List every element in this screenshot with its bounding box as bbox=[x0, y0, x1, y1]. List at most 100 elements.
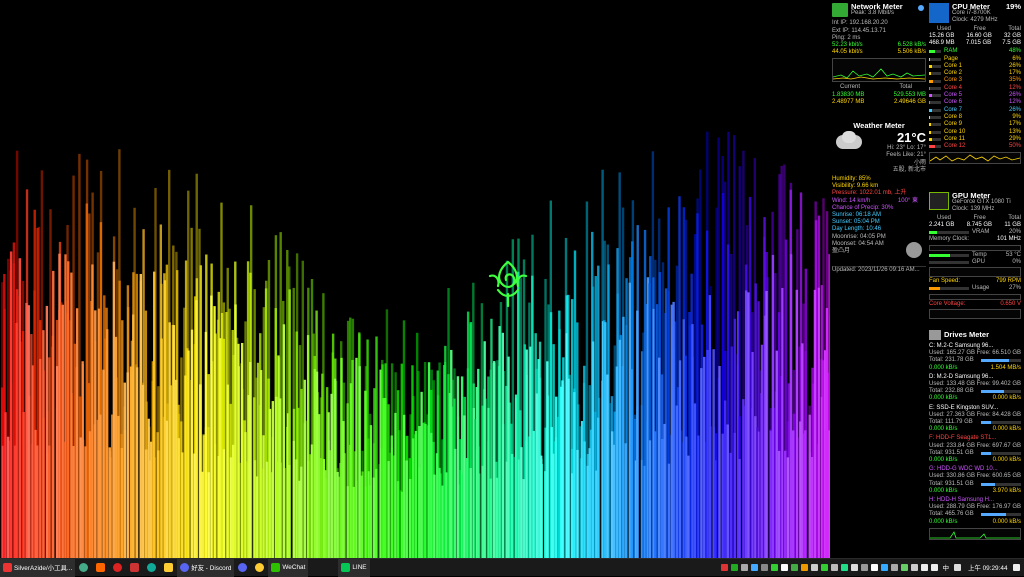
discord-extra-icon[interactable] bbox=[238, 563, 248, 572]
weather-updated: Updated: 2023/11/26 09:16 AM... bbox=[832, 265, 926, 274]
wallpaper-bar bbox=[544, 471, 547, 558]
tray-icon-12[interactable] bbox=[831, 564, 839, 571]
cpu-row-percent: 17% bbox=[1008, 121, 1021, 128]
wallpaper-bar bbox=[718, 365, 721, 558]
network-current-label: Current bbox=[840, 84, 861, 91]
wallpaper-bar bbox=[132, 314, 135, 558]
tray-icon-6[interactable] bbox=[771, 564, 779, 571]
cpu-h-free: Free bbox=[973, 25, 986, 32]
drive-write: 0.000 kB/s bbox=[992, 457, 1021, 464]
volume-icon[interactable] bbox=[931, 564, 939, 571]
wallpaper-bar bbox=[4, 412, 7, 558]
tray-icon-11[interactable] bbox=[821, 564, 829, 571]
tray-icon-4[interactable] bbox=[751, 564, 759, 571]
network-tot-up: 529.553 MB bbox=[893, 91, 926, 98]
drive-write: 0.000 kB/s bbox=[992, 395, 1021, 402]
wallpaper-bar bbox=[165, 420, 169, 558]
taskbar: SilverAzide/小工具... 好友 - Discord WeChat L… bbox=[0, 558, 1024, 577]
wallpaper-bar bbox=[364, 390, 367, 558]
tray-icon-15[interactable] bbox=[861, 564, 869, 571]
tray-icon-3[interactable] bbox=[741, 564, 749, 571]
wallpaper-bar bbox=[213, 306, 216, 558]
wallpaper-bar bbox=[129, 366, 133, 558]
vivaldi-icon[interactable] bbox=[130, 563, 140, 572]
wallpaper-bar bbox=[55, 366, 59, 558]
drive-item: F: HDD-F Seagate ST1... Used: 233.84 GB Fr… bbox=[929, 435, 1021, 464]
tray-icon-18[interactable] bbox=[891, 564, 899, 571]
opera-icon[interactable] bbox=[113, 563, 123, 572]
tray-icon-19[interactable] bbox=[901, 564, 909, 571]
wallpaper-bar bbox=[825, 308, 829, 558]
wallpaper-bar bbox=[172, 325, 176, 558]
wallpaper-bar bbox=[606, 374, 609, 558]
ime-mode-icon[interactable] bbox=[953, 564, 961, 571]
chrome-icon[interactable] bbox=[79, 563, 89, 572]
wallpaper-bar bbox=[75, 308, 79, 558]
edge-icon[interactable] bbox=[147, 563, 157, 572]
wallpaper-bar bbox=[244, 432, 247, 558]
wallpaper-bar bbox=[591, 341, 595, 558]
globe-icon[interactable] bbox=[918, 5, 924, 11]
cpu-row-percent: 17% bbox=[1008, 70, 1021, 77]
gpu-model: GeForce GTX 1080 Ti bbox=[952, 199, 1011, 206]
wallpaper-bar bbox=[333, 378, 337, 558]
cpu-graph bbox=[929, 152, 1021, 165]
tray-icon-17[interactable] bbox=[881, 564, 889, 571]
wallpaper-bar bbox=[315, 371, 319, 558]
taskbar-app-discord[interactable]: 好友 - Discord bbox=[177, 558, 235, 577]
tray-icon-14[interactable] bbox=[851, 564, 859, 571]
brave-icon[interactable] bbox=[96, 563, 106, 572]
razer-logo-icon bbox=[488, 260, 528, 308]
tray-icon-10[interactable] bbox=[811, 564, 819, 571]
wallpaper-bar bbox=[576, 449, 579, 558]
taskbar-app-gadgets[interactable]: SilverAzide/小工具... bbox=[0, 558, 76, 577]
wallpaper-bar bbox=[520, 447, 523, 558]
tray-icon-20[interactable] bbox=[911, 564, 919, 571]
wallpaper-bar bbox=[420, 391, 423, 558]
cpu-row-name: Core 9 bbox=[944, 121, 963, 128]
wallpaper-bar bbox=[414, 430, 418, 558]
tray-icon-1[interactable] bbox=[721, 564, 729, 571]
file-explorer-icon[interactable] bbox=[164, 563, 174, 572]
tray-icon-8[interactable] bbox=[791, 564, 799, 571]
tray-icon-16[interactable] bbox=[871, 564, 879, 571]
network-tray-icon[interactable] bbox=[921, 564, 929, 571]
wallpaper-bar bbox=[540, 455, 543, 558]
wallpaper-bar bbox=[36, 445, 39, 558]
taskbar-app-line[interactable]: LINE bbox=[338, 558, 370, 577]
network-ping: Ping: 2 ms bbox=[832, 34, 861, 41]
tray-icon-2[interactable] bbox=[731, 564, 739, 571]
voltage-label: Core Voltage: bbox=[929, 300, 966, 307]
cpu-row-percent: 29% bbox=[1008, 135, 1021, 142]
wallpaper-bar bbox=[660, 438, 664, 558]
wallpaper-bar bbox=[456, 376, 460, 558]
wallpaper-bar bbox=[336, 471, 339, 558]
wallpaper-bar bbox=[303, 379, 306, 558]
wallpaper-bar bbox=[48, 445, 51, 558]
tray-icon-7[interactable] bbox=[781, 564, 789, 571]
wallpaper-bar bbox=[685, 436, 688, 558]
cpu-row-name: Core 5 bbox=[944, 92, 963, 99]
wallpaper-bar bbox=[469, 468, 472, 558]
cpu-row: Core 9 17% bbox=[929, 121, 1021, 128]
wallpaper-bar bbox=[394, 412, 397, 558]
tray-icon-13[interactable] bbox=[841, 564, 849, 571]
ime-indicator[interactable]: 中 bbox=[943, 563, 949, 572]
tray-icon-9[interactable] bbox=[801, 564, 809, 571]
cpu-row: Core 10 13% bbox=[929, 128, 1021, 135]
clock[interactable]: 上午 09:29:44 bbox=[968, 563, 1007, 572]
wallpaper-bar bbox=[678, 360, 682, 558]
yellow-app-icon[interactable] bbox=[255, 563, 265, 572]
weather-title: Weather Meter bbox=[853, 122, 905, 130]
mem-clock: 101 MHz bbox=[996, 236, 1021, 243]
wallpaper-bar bbox=[390, 435, 393, 558]
wallpaper-bar bbox=[174, 379, 178, 558]
tray-icon-5[interactable] bbox=[761, 564, 769, 571]
notification-icon[interactable] bbox=[1013, 564, 1020, 571]
drive-name: E: SSD-E Kingston SUV... bbox=[929, 404, 999, 411]
gpu-free: 8.745 GB bbox=[966, 221, 993, 228]
wallpaper-bar bbox=[495, 477, 499, 558]
wallpaper-bar bbox=[300, 466, 303, 558]
taskbar-app-wechat[interactable]: WeChat bbox=[268, 558, 309, 577]
drive-write: 0.000 kB/s bbox=[992, 426, 1021, 433]
